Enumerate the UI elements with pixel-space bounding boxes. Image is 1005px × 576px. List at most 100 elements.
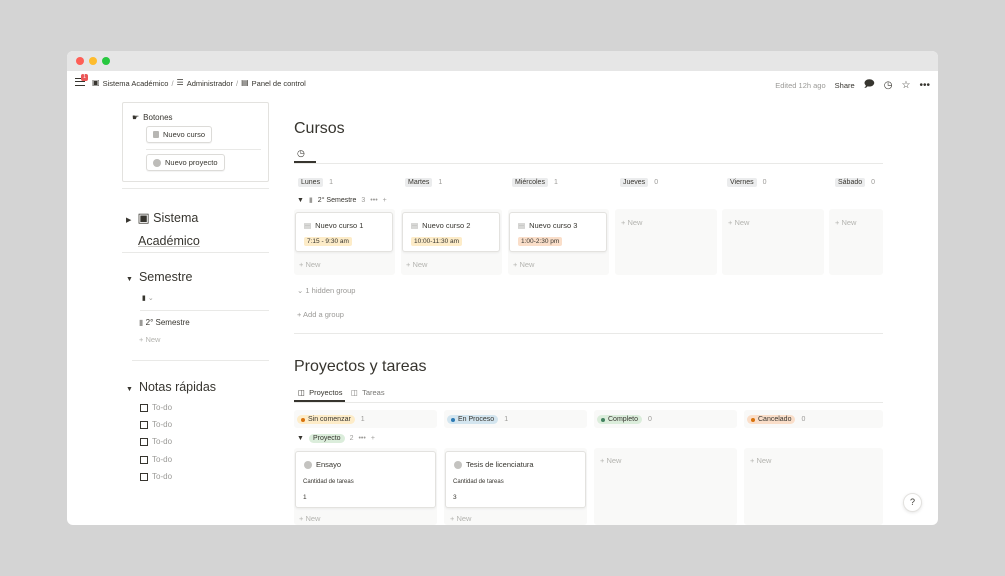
toggle-arrow-icon[interactable]: ▶ [126,217,131,224]
group-proyecto[interactable]: ▼ Proyecto 2 ••• + [297,434,375,443]
circle-icon [304,460,312,469]
new-card-button[interactable]: + New [450,514,471,523]
column-header-martes[interactable]: Martes 1 [405,175,442,190]
more-icon[interactable]: ••• [358,435,365,442]
maximize-window-button[interactable] [102,57,110,65]
group-label: Proyecto [308,434,345,443]
tab-tareas[interactable]: ◫ Tareas [351,388,385,397]
card-title: ▤ Nuevo curso 1 [304,221,363,230]
checkbox[interactable] [140,455,148,464]
help-button[interactable]: ? [903,493,922,512]
column-header-sin-comenzar[interactable]: Sin comenzar 1 [297,412,365,427]
column-label: Sábado [835,178,866,187]
column-header-miercoles[interactable]: Miércoles 1 [512,175,558,190]
semestre-heading[interactable]: ▼ Semestre [126,270,192,284]
group-semestre[interactable]: ▼ ▮ 2° Semestre 3 ••• + [297,196,387,205]
new-card-button[interactable]: + New [835,218,856,227]
sistema-academico-link[interactable]: ▶ ▣ Sistema Académico [126,208,200,251]
toggle-arrow-icon[interactable]: ▼ [126,276,133,283]
checkbox[interactable] [140,472,148,481]
todo-item[interactable]: To-do [140,437,172,446]
more-icon[interactable]: ••• [919,80,930,91]
column-label: Lunes [298,178,324,187]
plus-icon[interactable]: + [371,435,375,442]
page-icon: ▣ [92,78,100,87]
breadcrumb-item-sistema[interactable]: Sistema Académico [103,79,169,88]
topbar-actions: Edited 12h ago Share 🗩 ◷ ☆ ••• [775,77,930,94]
divider [122,252,269,253]
checkbox[interactable] [140,420,148,429]
new-card-button[interactable]: + New [750,456,771,465]
hidden-group-label: 1 hidden group [305,286,356,295]
history-icon[interactable]: ◷ [884,80,893,91]
nuevo-proyecto-button[interactable]: Nuevo proyecto [146,154,225,171]
star-icon[interactable]: ☆ [902,80,911,91]
project-card[interactable]: Tesis de licenciatura Cantidad de tareas… [445,451,586,508]
toggle-arrow-icon[interactable]: ▼ [126,386,133,393]
semestre-title: Semestre [138,270,193,284]
botones-label: Botones [143,113,173,122]
more-icon[interactable]: ••• [370,197,377,204]
todo-item[interactable]: To-do [140,472,172,481]
tab-proyectos[interactable]: ◫ Proyectos [298,388,342,397]
semestre-filter[interactable]: ▮ ⌄ [142,294,154,302]
toggle-arrow-icon[interactable]: ▼ [297,435,304,442]
notas-heading[interactable]: ▼ Notas rápidas [126,380,216,394]
divider [132,360,269,361]
botones-title: ☛ Botones [132,113,173,122]
column-header-cancelado[interactable]: Cancelado 0 [747,412,805,427]
breadcrumb-item-panel[interactable]: Panel de control [252,79,306,88]
new-card-button[interactable]: + New [728,218,749,227]
column-header-sabado[interactable]: Sábado 0 [835,175,875,190]
new-card-button[interactable]: + New [299,514,320,523]
new-card-button[interactable]: + New [406,260,427,269]
plus-icon[interactable]: + [383,197,387,204]
toggle-arrow-icon[interactable]: ▼ [297,197,304,204]
new-card-button[interactable]: + New [600,456,621,465]
todo-item[interactable]: To-do [140,403,172,412]
column-count: 1 [438,179,443,186]
group-count: 2 [349,435,354,442]
new-card-button[interactable]: + New [299,260,320,269]
notification-badge: 1 [81,74,88,81]
column-label: Martes [405,178,433,187]
column-header-viernes[interactable]: Viernes 0 [727,175,767,190]
group-count: 3 [361,196,366,204]
semestre-new-button[interactable]: + New [139,335,160,344]
comment-icon[interactable]: 🗩 [864,77,875,94]
todo-item[interactable]: To-do [140,455,172,464]
bucket-icon: ▮ [308,197,313,204]
project-card[interactable]: Ensayo Cantidad de tareas 1 [295,451,436,508]
column-header-completo[interactable]: Completo 0 [597,412,652,427]
checkbox[interactable] [140,403,148,412]
share-button[interactable]: Share [835,81,855,90]
property-value: 1 [303,494,307,501]
board-icon: ◫ [298,388,306,397]
column-header-lunes[interactable]: Lunes 1 [298,175,333,190]
checkbox[interactable] [140,437,148,446]
column-header-en-proceso[interactable]: En Proceso 1 [447,412,508,427]
card-title: Ensayo [304,460,341,469]
nuevo-curso-button[interactable]: Nuevo curso [146,126,213,143]
clock-tab-icon[interactable]: ◷ [297,148,305,159]
close-window-button[interactable] [76,57,84,65]
column-header-jueves[interactable]: Jueves 0 [620,175,658,190]
proyectos-title: Proyectos y tareas [294,358,427,375]
course-card[interactable]: ▤ Nuevo curso 2 10:00-11:30 am [402,212,500,252]
section-divider [294,333,883,334]
breadcrumb-item-administrador[interactable]: Administrador [187,79,233,88]
course-card[interactable]: ▤ Nuevo curso 1 7:15 - 9:30 am [295,212,393,252]
minimize-window-button[interactable] [89,57,97,65]
card-title-label: Tesis de licenciatura [466,460,534,469]
todo-item[interactable]: To-do [140,420,172,429]
add-group-button[interactable]: + Add a group [297,310,344,319]
hidden-group-toggle[interactable]: ⌄ 1 hidden group [297,286,355,295]
new-card-button[interactable]: + New [621,218,642,227]
semestre-item[interactable]: ▮ 2° Semestre [139,318,190,327]
course-card[interactable]: ▤ Nuevo curso 3 1:00-2:30 pm [509,212,607,252]
new-card-button[interactable]: + New [513,260,534,269]
top-bar: 1 ▣ Sistema Académico / ☰ Administrador … [67,71,938,96]
sidebar-toggle[interactable]: 1 [75,74,88,88]
table-icon: ▤ [241,78,249,87]
circle-icon [153,158,161,167]
